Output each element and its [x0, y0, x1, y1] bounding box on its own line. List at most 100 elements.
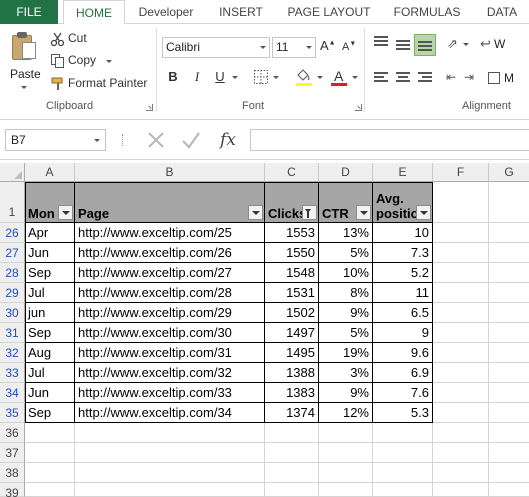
cell-avg-position[interactable]: 10 [373, 223, 433, 243]
cell-avg-position[interactable]: 6.5 [373, 303, 433, 323]
cell[interactable] [489, 403, 529, 423]
cell-month[interactable]: Aug [25, 343, 75, 363]
filter-dropdown-icon[interactable] [356, 205, 371, 220]
cut-button[interactable]: Cut [50, 30, 110, 48]
cell[interactable] [265, 423, 319, 443]
cell-page[interactable]: http://www.exceltip.com/34 [75, 403, 265, 423]
cell-month[interactable]: jun [25, 303, 75, 323]
header-cell-ctr[interactable]: CTR [319, 182, 373, 223]
cell-avg-position[interactable]: 5.3 [373, 403, 433, 423]
align-bottom-button[interactable] [414, 34, 436, 56]
cell[interactable] [433, 443, 489, 463]
cell-clicks[interactable]: 1374 [265, 403, 319, 423]
cell-avg-position[interactable]: 9 [373, 323, 433, 343]
cell-month[interactable]: Jul [25, 283, 75, 303]
cell-ctr[interactable]: 10% [319, 263, 373, 283]
cell[interactable] [433, 323, 489, 343]
column-header-d[interactable]: D [319, 163, 373, 182]
cell[interactable] [25, 463, 75, 483]
row-header[interactable]: 27 [0, 243, 25, 263]
cell-clicks[interactable]: 1388 [265, 363, 319, 383]
copy-button[interactable]: Copy [50, 52, 116, 70]
cell-clicks[interactable]: 1531 [265, 283, 319, 303]
cell[interactable] [433, 423, 489, 443]
cell-ctr[interactable]: 12% [319, 403, 373, 423]
cell-ctr[interactable]: 5% [319, 323, 373, 343]
cell[interactable] [489, 243, 529, 263]
clipboard-launcher-icon[interactable] [146, 104, 153, 111]
chevron-down-icon[interactable] [317, 76, 323, 79]
decrease-indent-button[interactable]: ⇤ [446, 70, 462, 86]
tab-home[interactable]: HOME [63, 0, 125, 25]
cell[interactable] [265, 443, 319, 463]
cell-avg-position[interactable]: 5.2 [373, 263, 433, 283]
tab-page-layout[interactable]: PAGE LAYOUT [279, 0, 379, 24]
row-header[interactable]: 29 [0, 283, 25, 303]
cell-ctr[interactable]: 19% [319, 343, 373, 363]
filter-dropdown-icon[interactable] [416, 205, 431, 220]
cell[interactable] [319, 443, 373, 463]
cell-month[interactable]: Apr [25, 223, 75, 243]
row-header[interactable]: 28 [0, 263, 25, 283]
cell-clicks[interactable]: 1383 [265, 383, 319, 403]
cell[interactable] [25, 483, 75, 497]
cell-ctr[interactable]: 5% [319, 243, 373, 263]
cell-month[interactable]: Sep [25, 323, 75, 343]
header-cell-month[interactable]: Mon [25, 182, 75, 223]
fill-color-button[interactable] [295, 68, 313, 86]
cell[interactable] [433, 223, 489, 243]
row-header[interactable]: 34 [0, 383, 25, 403]
font-name-select[interactable]: Calibri [162, 37, 270, 58]
cancel-formula-button[interactable] [146, 129, 166, 151]
chevron-down-icon[interactable] [232, 76, 238, 79]
cell[interactable] [25, 423, 75, 443]
insert-function-button[interactable]: fx [216, 127, 240, 153]
increase-font-button[interactable]: A▲ [320, 38, 336, 56]
orientation-button[interactable]: ⇗ [447, 36, 473, 54]
cell[interactable] [489, 463, 529, 483]
cell[interactable] [319, 483, 373, 497]
row-header[interactable]: 33 [0, 363, 25, 383]
filter-dropdown-icon[interactable] [58, 205, 73, 220]
header-cell-avg-position[interactable]: Avg. positio [373, 182, 433, 223]
cell[interactable] [433, 363, 489, 383]
cell[interactable] [489, 182, 529, 223]
cell[interactable] [433, 243, 489, 263]
cell[interactable] [489, 383, 529, 403]
cell-month[interactable]: Jun [25, 383, 75, 403]
cell[interactable] [373, 463, 433, 483]
filter-active-icon[interactable] [302, 205, 317, 220]
cell[interactable] [25, 443, 75, 463]
cell-clicks[interactable]: 1553 [265, 223, 319, 243]
cell[interactable] [265, 463, 319, 483]
cell[interactable] [373, 423, 433, 443]
cell-page[interactable]: http://www.exceltip.com/30 [75, 323, 265, 343]
cell-page[interactable]: http://www.exceltip.com/33 [75, 383, 265, 403]
cell[interactable] [433, 383, 489, 403]
formula-input[interactable] [250, 129, 529, 151]
tab-file[interactable]: FILE [0, 0, 58, 24]
name-box[interactable]: B7 [5, 129, 106, 151]
select-all-corner[interactable] [0, 163, 25, 182]
cell[interactable] [433, 182, 489, 223]
wrap-text-button[interactable]: ↩ W [480, 36, 529, 54]
italic-button[interactable]: I [189, 69, 205, 85]
align-middle-icon[interactable] [396, 40, 410, 52]
cell-page[interactable]: http://www.exceltip.com/27 [75, 263, 265, 283]
column-header-a[interactable]: A [25, 163, 75, 182]
cell-avg-position[interactable]: 9.6 [373, 343, 433, 363]
column-header-g[interactable]: G [489, 163, 529, 182]
cell[interactable] [489, 343, 529, 363]
tab-formulas[interactable]: FORMULAS [388, 0, 466, 24]
font-launcher-icon[interactable] [355, 104, 362, 111]
cell-avg-position[interactable]: 11 [373, 283, 433, 303]
row-header[interactable]: 37 [0, 443, 25, 463]
merge-center-button[interactable]: M [488, 70, 529, 88]
cell[interactable] [489, 443, 529, 463]
chevron-down-icon[interactable] [273, 76, 279, 79]
row-header[interactable]: 36 [0, 423, 25, 443]
cell[interactable] [373, 483, 433, 497]
format-painter-button[interactable]: Format Painter [50, 75, 150, 93]
cell-page[interactable]: http://www.exceltip.com/25 [75, 223, 265, 243]
row-header[interactable]: 39 [0, 483, 25, 497]
